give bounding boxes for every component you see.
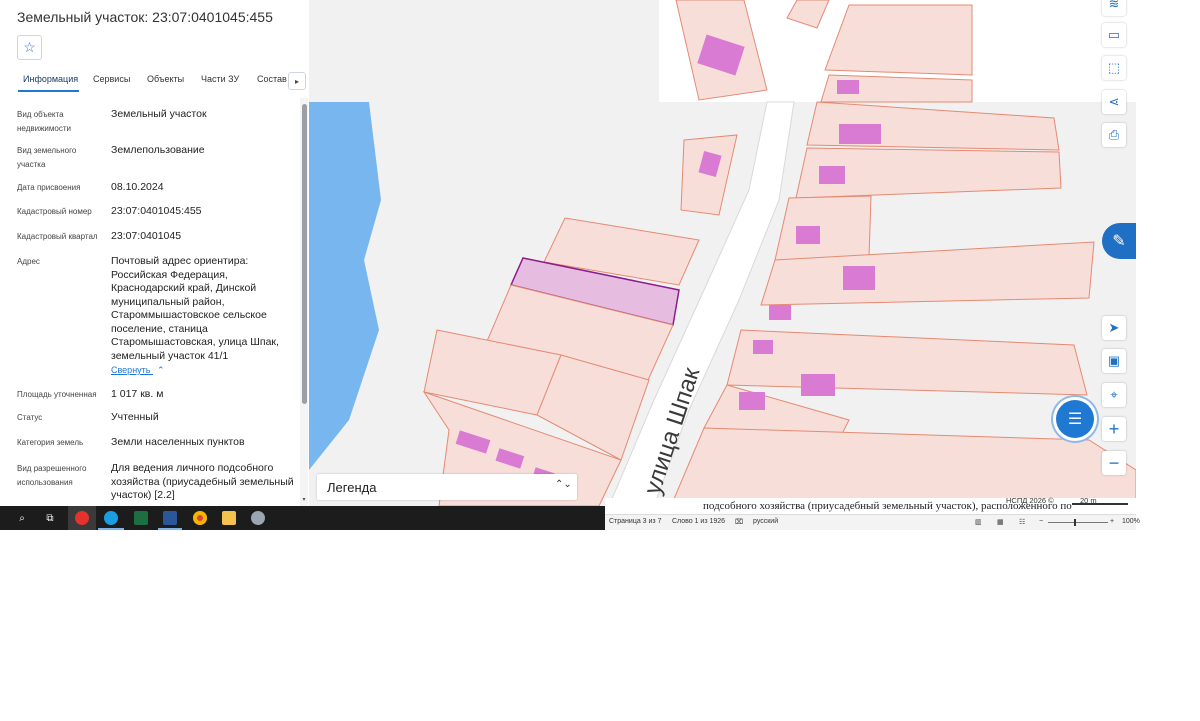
word-icon[interactable] <box>163 511 177 525</box>
page-indicator[interactable]: Страница 3 из 7 <box>609 518 661 525</box>
chrome-icon[interactable] <box>193 511 207 525</box>
web-layout-icon[interactable]: ☷ <box>1019 518 1025 526</box>
parcel[interactable] <box>824 4 973 76</box>
select-area-icon[interactable]: ⬚ <box>1102 56 1126 80</box>
chat-icon: ☰ <box>1067 411 1083 428</box>
location-pin-icon[interactable]: ⌖ <box>1102 383 1126 407</box>
map-view[interactable]: улица Шпак <box>309 0 1136 506</box>
scroll-down-icon[interactable]: ▾ <box>300 496 308 504</box>
property-label: Вид объекта недвижимости <box>17 110 71 133</box>
address-value: Почтовый адрес ориентира: Российская Фед… <box>111 255 279 362</box>
zoom-slider[interactable] <box>1048 522 1108 523</box>
zoom-slider-thumb[interactable] <box>1074 519 1076 526</box>
explorer-icon[interactable] <box>222 511 236 525</box>
tab-information[interactable]: Информация <box>23 74 78 84</box>
app-icon[interactable] <box>251 511 265 525</box>
map-canvas[interactable]: улица Шпак <box>309 0 1136 506</box>
locate-icon[interactable]: ➤ <box>1102 316 1126 340</box>
scrollbar-thumb[interactable] <box>302 104 307 404</box>
property-label: Кадастровый квартал <box>17 232 98 241</box>
zoom-in-icon[interactable]: + <box>1102 417 1126 441</box>
cadastral-quarter: 23:07:0401045 <box>111 230 182 242</box>
task-view-icon[interactable]: ⧉ <box>42 510 58 526</box>
cadastral-number: 23:07:0401045:455 <box>111 205 202 217</box>
word-count[interactable]: Слово 1 из 1926 <box>672 518 725 525</box>
building <box>819 166 845 184</box>
edge-icon[interactable] <box>104 511 118 525</box>
side-panel-tab-icon[interactable]: ✎ <box>1102 223 1136 259</box>
building <box>837 80 859 94</box>
area-value: 1 017 кв. м <box>111 388 164 400</box>
chevron-up-down-icon: ⌃⌄ <box>555 479 572 490</box>
building <box>796 226 820 244</box>
building <box>801 374 835 396</box>
property-list: Вид объекта недвижимости Земельный участ… <box>0 98 300 506</box>
property-value: Земельный участок <box>111 108 207 120</box>
share-icon[interactable]: ⋖ <box>1102 90 1126 114</box>
active-tab-indicator <box>18 90 79 92</box>
property-label: Вид разрешенного использования <box>17 464 87 487</box>
property-label: Кадастровый номер <box>17 207 92 216</box>
tab-objects[interactable]: Объекты <box>147 74 184 84</box>
property-label: Дата присвоения <box>17 183 81 192</box>
building <box>769 305 791 320</box>
property-value: 08.10.2024 <box>111 181 164 193</box>
zoom-level[interactable]: 100% <box>1122 518 1140 525</box>
collapse-link-label: Свернуть <box>111 365 151 375</box>
info-panel: Земельный участок: 23:07:0401045:455 ☆ И… <box>0 0 309 506</box>
favorite-button[interactable]: ☆ <box>17 35 42 60</box>
parcel[interactable] <box>670 427 1136 506</box>
word-status-bar: Страница 3 из 7 Слово 1 из 1926 ⌧ русски… <box>605 514 1140 530</box>
tabs-scroll-button[interactable]: ▸ <box>288 72 306 90</box>
water-body <box>309 102 381 470</box>
ruler-icon[interactable]: ▭ <box>1102 23 1126 47</box>
tab-services[interactable]: Сервисы <box>93 74 130 84</box>
building <box>843 266 875 290</box>
map-attribution: НСПД 2026 © <box>1006 496 1054 505</box>
excel-icon[interactable] <box>134 511 148 525</box>
print-icon[interactable]: ⎙ <box>1102 123 1126 147</box>
chevron-right-icon: ▸ <box>294 76 299 86</box>
chevron-up-icon: ⌃ <box>157 365 165 375</box>
star-icon: ☆ <box>23 39 36 55</box>
taskbar-running-indicator <box>158 528 182 530</box>
yandex-browser-icon[interactable] <box>75 511 89 525</box>
parcel[interactable] <box>726 329 1088 396</box>
property-label: Вид земельного участка <box>17 146 77 169</box>
property-label: Адрес <box>17 257 40 266</box>
page-title: Земельный участок: 23:07:0401045:455 <box>17 9 273 25</box>
property-label: Статус <box>17 413 43 422</box>
zoom-out-icon[interactable]: − <box>1039 518 1043 525</box>
minimap-icon[interactable]: ▣ <box>1102 349 1126 373</box>
status-value: Учтенный <box>111 411 159 423</box>
proofing-icon[interactable]: ⌧ <box>735 518 743 526</box>
tab-composition[interactable]: Состав <box>257 74 287 84</box>
parcel[interactable] <box>774 195 872 261</box>
property-value: Землепользование <box>111 144 205 156</box>
collapse-link[interactable]: Свернуть ⌃ <box>111 365 165 376</box>
tab-bar: Информация Сервисы Объекты Части ЗУ Сост… <box>0 68 309 94</box>
windows-taskbar: ⌕ ⧉ <box>0 506 605 530</box>
zoom-out-icon[interactable]: − <box>1102 451 1126 475</box>
layers-icon[interactable]: ≋ <box>1102 0 1126 16</box>
taskbar-running-indicator <box>98 528 124 530</box>
building <box>739 392 765 410</box>
search-icon[interactable]: ⌕ <box>14 510 30 526</box>
print-layout-icon[interactable]: ▦ <box>997 518 1004 526</box>
tab-parts[interactable]: Части ЗУ <box>201 74 239 84</box>
building <box>753 340 773 354</box>
property-label: Категория земель <box>17 438 84 447</box>
chat-button[interactable]: ☰ <box>1056 400 1094 438</box>
land-category-value: Земли населенных пунктов <box>111 436 245 448</box>
legend-label: Легенда <box>327 480 377 495</box>
building <box>839 124 881 144</box>
permitted-use-value: Для ведения личного подсобного хозяйства… <box>111 462 294 501</box>
scale-bar <box>1072 503 1128 505</box>
legend-select[interactable]: Легенда ⌃⌄ <box>317 474 577 500</box>
property-label: Площадь уточненная <box>17 390 97 399</box>
read-mode-icon[interactable]: ▥ <box>975 518 982 526</box>
zoom-in-icon[interactable]: + <box>1110 518 1114 525</box>
language-indicator[interactable]: русский <box>753 518 778 525</box>
